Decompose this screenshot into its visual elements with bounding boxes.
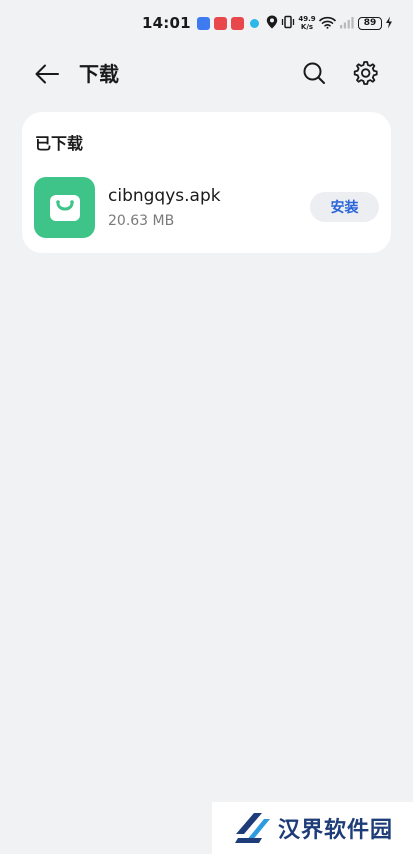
- header: 下载: [0, 52, 413, 96]
- back-button[interactable]: [32, 60, 62, 88]
- install-button[interactable]: 安装: [310, 192, 379, 222]
- shopping-bag-icon: [49, 194, 80, 221]
- search-icon: [303, 62, 325, 84]
- downloaded-card: 已下载 cibngqys.apk 20.63 MB 安装: [22, 112, 391, 253]
- wifi-icon: [319, 14, 336, 33]
- network-speed: 49.9 K/s: [298, 15, 316, 31]
- network-speed-value: 49.9: [298, 15, 316, 23]
- vibrate-icon: [281, 14, 295, 33]
- page-title: 下载: [79, 62, 119, 86]
- settings-button[interactable]: [351, 59, 379, 87]
- watermark-text: 汉界软件园: [278, 818, 394, 843]
- app-icon: [34, 177, 95, 238]
- location-icon: [266, 14, 278, 33]
- notification-icons: [196, 16, 259, 30]
- battery-indicator: 89: [358, 16, 382, 30]
- red-app-icon: [230, 16, 244, 30]
- red-app-icon: [213, 16, 227, 30]
- back-arrow-icon: [35, 64, 59, 84]
- system-icons: 49.9 K/s 89: [266, 14, 393, 33]
- watermark: 汉界软件园: [212, 802, 413, 854]
- watermark-logo-icon: [235, 813, 270, 843]
- file-size: 20.63 MB: [108, 213, 175, 229]
- charging-icon: [385, 14, 393, 33]
- section-title: 已下载: [35, 134, 84, 153]
- file-name: cibngqys.apk: [108, 186, 221, 206]
- network-speed-unit: K/s: [300, 23, 314, 31]
- download-item[interactable]: cibngqys.apk 20.63 MB 安装: [22, 174, 391, 238]
- cyan-app-icon: [249, 18, 259, 28]
- blue-app-icon: [196, 16, 210, 30]
- status-time: 14:01: [142, 14, 191, 32]
- signal-icon: [339, 14, 355, 33]
- gear-icon: [353, 61, 378, 85]
- search-button[interactable]: [300, 59, 328, 87]
- download-screen: 14:01 49.9 K/s 89 下载 已下载 cibngqys.apk 20…: [0, 0, 413, 854]
- status-bar: 14:01 49.9 K/s 89: [0, 0, 413, 46]
